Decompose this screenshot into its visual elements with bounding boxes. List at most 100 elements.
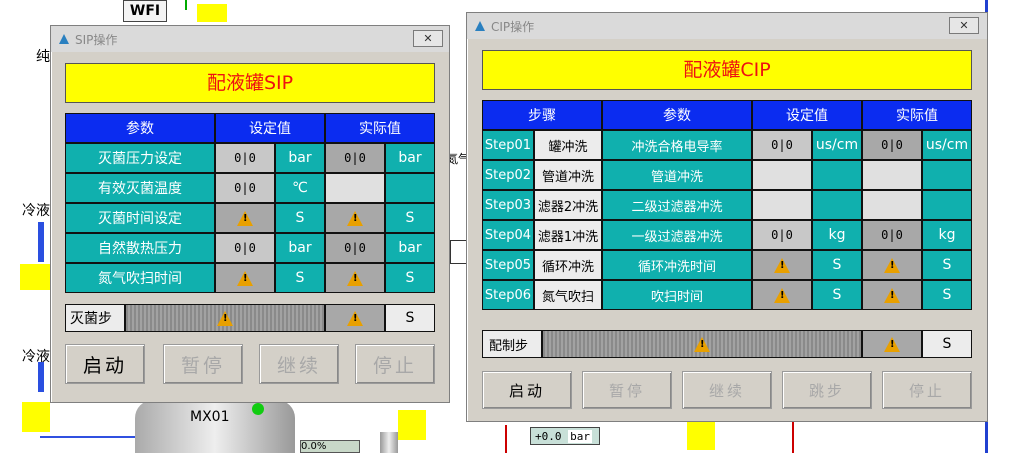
- sip-actual-value: [325, 173, 385, 203]
- cip-header-step: 步骤: [482, 100, 602, 130]
- valve-icon[interactable]: [398, 410, 426, 440]
- app-logo-icon: [475, 21, 485, 31]
- agitator-icon: [252, 403, 264, 415]
- cip-titlebar[interactable]: CIP操作 ✕: [467, 13, 987, 39]
- cip-set-value: [752, 190, 812, 220]
- warning-icon: [774, 287, 790, 303]
- cip-set-unit: kg: [812, 220, 862, 250]
- pause-button[interactable]: 暂停: [582, 371, 672, 409]
- sip-set-value[interactable]: 0|0: [215, 233, 275, 263]
- sip-step-value[interactable]: [325, 304, 385, 332]
- cip-step-name: 管道冲洗: [534, 160, 602, 190]
- cip-param-label: 一级过滤器冲洗: [602, 220, 752, 250]
- sip-step-progress: [125, 304, 325, 332]
- skip-step-button[interactable]: 跳步: [782, 371, 872, 409]
- tank-icon[interactable]: [135, 400, 295, 453]
- sip-step-unit: S: [385, 304, 435, 332]
- readout-value: +0.0: [535, 429, 562, 443]
- filter-icon: [380, 432, 398, 453]
- pipe-segment: [792, 420, 794, 453]
- warning-icon: [694, 336, 710, 352]
- cip-step-id: Step06: [482, 280, 534, 310]
- pct-value: 0.0: [301, 441, 317, 452]
- cip-actual-value[interactable]: [862, 280, 922, 310]
- cip-step-label: 配制步: [482, 330, 542, 358]
- warning-icon: [347, 210, 363, 226]
- cip-step-name: 滤器2冲洗: [534, 190, 602, 220]
- valve-icon[interactable]: [22, 402, 50, 432]
- sip-param-label: 灭菌时间设定: [65, 203, 215, 233]
- valve-icon[interactable]: [20, 264, 50, 290]
- start-button[interactable]: 启动: [482, 371, 572, 409]
- cip-set-value[interactable]: [752, 250, 812, 280]
- cip-set-value[interactable]: 0|0: [752, 130, 812, 160]
- cip-param-label: 二级过滤器冲洗: [602, 190, 752, 220]
- sip-actual-value[interactable]: [325, 263, 385, 293]
- cip-set-unit: S: [812, 280, 862, 310]
- warning-icon: [884, 257, 900, 273]
- sip-titlebar[interactable]: SIP操作 ✕: [51, 26, 449, 52]
- stop-button[interactable]: 停止: [355, 344, 435, 384]
- pure-label: 纯: [36, 49, 50, 65]
- sip-set-unit: bar: [275, 233, 325, 263]
- pct-unit: %: [316, 441, 327, 452]
- valve-icon[interactable]: [197, 4, 227, 22]
- cip-actual-unit: S: [922, 280, 972, 310]
- sip-actual-value[interactable]: 0|0: [325, 143, 385, 173]
- continue-button[interactable]: 继续: [682, 371, 772, 409]
- sip-set-unit: S: [275, 263, 325, 293]
- pct-readout: 0.0%: [300, 440, 360, 453]
- sip-param-label: 灭菌压力设定: [65, 143, 215, 173]
- cip-actual-value: [862, 190, 922, 220]
- cip-window: CIP操作 ✕ 配液罐CIP 步骤 参数 设定值 实际值 Step01 罐冲洗 冲洗…: [466, 12, 988, 422]
- pipe-segment: [40, 436, 150, 438]
- warning-icon: [217, 310, 233, 326]
- cip-actual-value[interactable]: 0|0: [862, 220, 922, 250]
- warning-icon: [347, 270, 363, 286]
- cip-header-actual: 实际值: [862, 100, 972, 130]
- warning-icon: [347, 310, 363, 326]
- sip-actual-unit: S: [385, 203, 435, 233]
- cip-actual-value[interactable]: [862, 250, 922, 280]
- continue-button[interactable]: 继续: [259, 344, 339, 384]
- sip-actual-unit: bar: [385, 143, 435, 173]
- cold-label-1: 冷液: [22, 203, 50, 219]
- sip-window: SIP操作 ✕ 配液罐SIP 参数 设定值 实际值 灭菌压力设定 0|0 bar 0|…: [50, 25, 450, 403]
- sip-set-value[interactable]: [215, 263, 275, 293]
- pressure-readout: +0.0 bar: [530, 427, 600, 445]
- cold-label-2: 冷液: [22, 349, 50, 365]
- sip-set-value[interactable]: 0|0: [215, 173, 275, 203]
- sip-set-unit: ℃: [275, 173, 325, 203]
- valve-icon[interactable]: [687, 420, 715, 450]
- cip-window-title: CIP操作: [491, 20, 535, 34]
- sip-actual-value[interactable]: 0|0: [325, 233, 385, 263]
- cip-step-name: 循环冲洗: [534, 250, 602, 280]
- sip-header-set: 设定值: [215, 113, 325, 143]
- warning-icon: [237, 270, 253, 286]
- flow-arrow-icon: [38, 222, 44, 262]
- stop-button[interactable]: 停止: [882, 371, 972, 409]
- close-icon[interactable]: ✕: [949, 17, 979, 34]
- pause-button[interactable]: 暂停: [163, 344, 243, 384]
- sip-set-value[interactable]: [215, 203, 275, 233]
- start-button[interactable]: 启动: [65, 344, 145, 384]
- cip-set-value[interactable]: 0|0: [752, 220, 812, 250]
- app-logo-icon: [59, 34, 69, 44]
- sip-set-value[interactable]: 0|0: [215, 143, 275, 173]
- cip-actual-unit: kg: [922, 220, 972, 250]
- cip-actual-value: [862, 160, 922, 190]
- sip-actual-unit: [385, 173, 435, 203]
- sip-actual-value[interactable]: [325, 203, 385, 233]
- warning-icon: [884, 336, 900, 352]
- cip-actual-unit: S: [922, 250, 972, 280]
- cip-param-label: 冲洗合格电导率: [602, 130, 752, 160]
- sip-header-param: 参数: [65, 113, 215, 143]
- cip-actual-value[interactable]: 0|0: [862, 130, 922, 160]
- sip-window-title: SIP操作: [75, 33, 118, 47]
- close-icon[interactable]: ✕: [413, 30, 443, 47]
- cip-actual-unit: [922, 190, 972, 220]
- cip-set-unit: [812, 190, 862, 220]
- sip-param-label: 有效灭菌温度: [65, 173, 215, 203]
- cip-set-value[interactable]: [752, 280, 812, 310]
- cip-step-value[interactable]: [862, 330, 922, 358]
